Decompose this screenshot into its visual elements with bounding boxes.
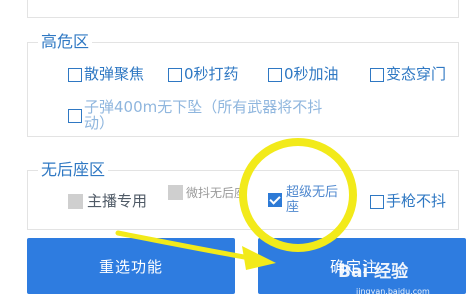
section-title-high-risk: 高危区: [38, 30, 93, 54]
option-shotgun-focus[interactable]: 散弹聚焦: [68, 66, 144, 83]
option-label: 变态穿门: [386, 65, 447, 83]
checkbox[interactable]: [370, 194, 384, 209]
checkbox-disabled: [168, 185, 183, 200]
option-label: 微抖无后座: [186, 185, 247, 200]
reset-button[interactable]: 重选功能: [27, 238, 235, 294]
section-title-no-recoil: 无后座区: [38, 158, 109, 182]
option-label: 超级无后座: [286, 185, 339, 215]
option-label: 子弹400m无下坠（所有武器将不抖动）: [84, 98, 323, 131]
app-window: 高危区 散弹聚焦 0秒打药 0秒加油 变态穿门 子弹400m无下坠（所有武器将不…: [0, 0, 468, 305]
option-instant-refuel[interactable]: 0秒加油: [268, 66, 339, 83]
option-label: 手枪不抖: [386, 192, 447, 210]
checkbox-checked[interactable]: [268, 193, 282, 207]
checkbox[interactable]: [68, 67, 82, 82]
option-super-no-recoil[interactable]: 超级无后座: [268, 185, 348, 215]
checkbox[interactable]: [168, 67, 182, 82]
checkbox[interactable]: [370, 67, 384, 82]
previous-section-bottom: [27, 0, 459, 18]
option-streamer-only[interactable]: 主播专用: [68, 193, 147, 210]
checkbox[interactable]: [68, 109, 82, 123]
option-pistol-no-shake[interactable]: 手枪不抖: [370, 193, 446, 210]
option-instant-meds[interactable]: 0秒打药: [168, 66, 239, 83]
option-label: 0秒打药: [184, 65, 239, 83]
no-recoil-section: 无后座区 主播专用 微抖无后座 超级无后座 手枪不抖: [27, 158, 459, 230]
watermark-logo: Bai 经验: [338, 262, 409, 282]
option-label: 散弹聚焦: [84, 65, 145, 83]
high-risk-section: 高危区 散弹聚焦 0秒打药 0秒加油 变态穿门 子弹400m无下坠（所有武器将不…: [27, 30, 459, 137]
checkbox[interactable]: [268, 67, 282, 82]
watermark-url: jingyan.baidu.com: [356, 287, 430, 296]
option-slight-no-recoil[interactable]: 微抖无后座: [168, 185, 248, 200]
option-no-bullet-drop[interactable]: 子弹400m无下坠（所有武器将不抖动）: [68, 95, 328, 131]
option-wall-through[interactable]: 变态穿门: [370, 66, 446, 83]
checkbox-disabled: [68, 194, 83, 209]
option-label: 主播专用: [87, 192, 148, 210]
option-label: 0秒加油: [284, 65, 339, 83]
